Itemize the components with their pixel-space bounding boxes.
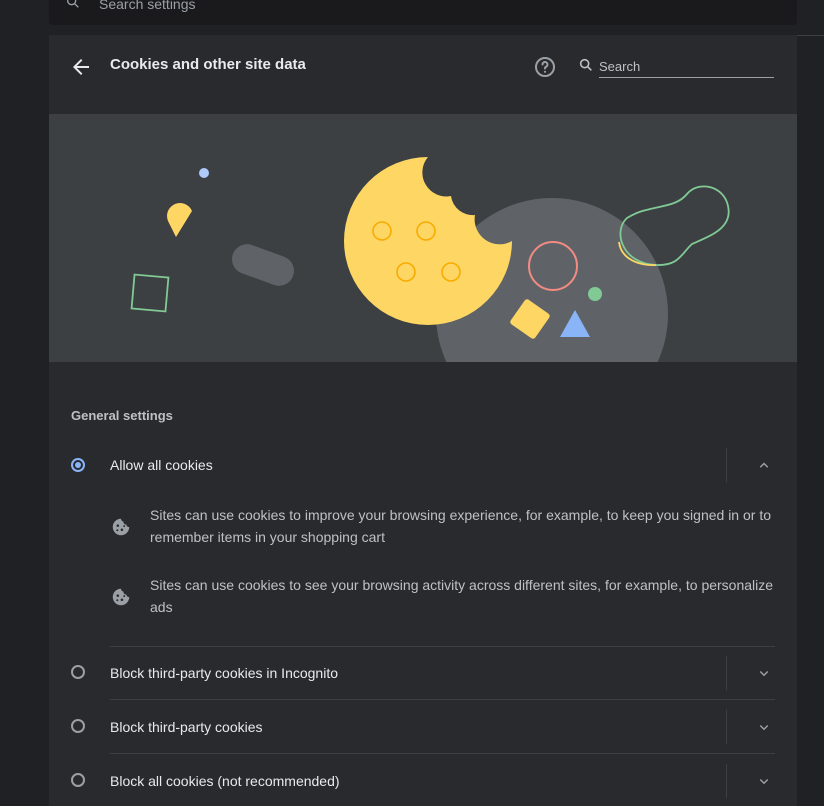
- option-allow-all-cookies[interactable]: Allow all cookies: [49, 440, 797, 490]
- page-title: Cookies and other site data: [110, 56, 306, 73]
- divider: [110, 753, 775, 754]
- divider: [726, 764, 727, 798]
- divider: [726, 448, 727, 482]
- option-label: Block all cookies (not recommended): [110, 773, 340, 789]
- option-label: Block third-party cookies in Incognito: [110, 665, 338, 681]
- cookie-icon: [112, 588, 130, 606]
- divider: [110, 699, 775, 700]
- option-label: Block third-party cookies: [110, 719, 263, 735]
- green-dot-shape: [588, 287, 602, 301]
- search-icon: [579, 58, 592, 71]
- option-block-third-party-incognito[interactable]: Block third-party cookies in Incognito: [49, 647, 797, 697]
- top-bar: Search settings: [0, 0, 824, 36]
- radio-block-third-party[interactable]: [71, 719, 85, 733]
- chevron-down-icon[interactable]: [755, 664, 773, 682]
- search-input[interactable]: [599, 56, 774, 78]
- chevron-down-icon[interactable]: [755, 772, 773, 790]
- yellow-half-shape: [167, 203, 192, 237]
- option-label: Allow all cookies: [110, 457, 213, 473]
- chevron-up-icon[interactable]: [755, 456, 773, 474]
- arrow-back-icon[interactable]: [69, 55, 93, 79]
- help-icon[interactable]: [533, 55, 557, 79]
- page-header: Cookies and other site data: [49, 35, 797, 114]
- yellow-cookie-shape: [344, 157, 512, 325]
- settings-card: Cookies and other site data Search Gener…: [49, 35, 797, 806]
- radio-block-all-cookies[interactable]: [71, 773, 85, 787]
- section-title: General settings: [71, 408, 173, 423]
- settings-search-placeholder[interactable]: Search settings: [99, 0, 196, 12]
- gray-pill-shape: [232, 244, 294, 286]
- option-block-third-party[interactable]: Block third-party cookies: [49, 701, 797, 751]
- search-icon: [67, 0, 79, 8]
- divider: [726, 656, 727, 690]
- blue-dot-shape: [199, 168, 209, 178]
- option-detail-text: Sites can use cookies to see your browsi…: [150, 577, 774, 615]
- chevron-down-icon[interactable]: [755, 718, 773, 736]
- divider: [726, 710, 727, 744]
- cookie-icon: [112, 518, 130, 536]
- option-detail-text: Sites can use cookies to improve your br…: [150, 507, 771, 545]
- cookie-illustration: [49, 114, 797, 362]
- green-square-shape: [130, 273, 170, 313]
- radio-block-third-party-incognito[interactable]: [71, 665, 85, 679]
- option-block-all-cookies[interactable]: Block all cookies (not recommended): [49, 755, 797, 805]
- radio-allow-all-cookies[interactable]: [71, 458, 85, 472]
- settings-search-box[interactable]: Search settings: [49, 0, 797, 25]
- left-gutter: [0, 35, 49, 806]
